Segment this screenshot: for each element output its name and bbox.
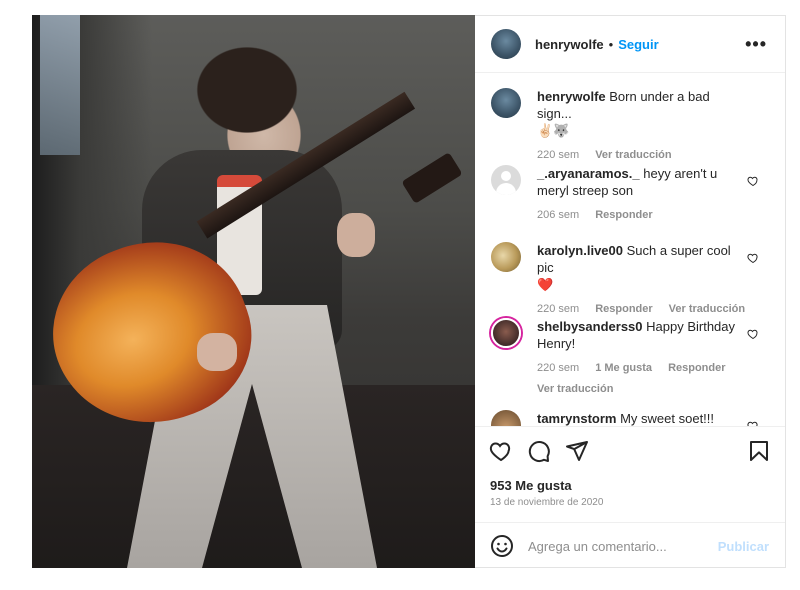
comment-time[interactable]: 206 sem bbox=[537, 207, 579, 224]
list-item: shelbysanderss0 Happy Birthday Henry! 22… bbox=[491, 318, 771, 398]
photo-floor bbox=[32, 385, 475, 568]
post-photo[interactable] bbox=[32, 15, 475, 568]
guitar-headstock bbox=[401, 152, 463, 204]
photo-window bbox=[40, 15, 80, 155]
comment-avatar[interactable] bbox=[491, 410, 521, 426]
comment-meta: 206 sem Responder bbox=[537, 207, 747, 224]
bookmark-icon[interactable] bbox=[747, 439, 771, 463]
post-header: henrywolfe • Seguir ••• bbox=[475, 16, 785, 73]
post-actions: 953 Me gusta 13 de noviembre de 2020 Pub… bbox=[475, 426, 785, 569]
photo-hand-left bbox=[337, 213, 375, 257]
comment-time[interactable]: 220 sem bbox=[537, 360, 579, 377]
comment-username[interactable]: _.aryanaramos._ bbox=[537, 166, 640, 181]
more-icon[interactable]: ••• bbox=[745, 34, 767, 55]
comment-body: tamrynstorm My sweet soet!!! bbox=[537, 410, 747, 426]
comment-icon[interactable] bbox=[527, 439, 551, 463]
list-item: tamrynstorm My sweet soet!!! bbox=[491, 410, 771, 426]
header-separator: • bbox=[608, 36, 614, 52]
comment-avatar[interactable] bbox=[491, 165, 521, 195]
comment-avatar[interactable] bbox=[491, 242, 521, 272]
comment-composer: Publicar bbox=[475, 522, 785, 569]
translate-link[interactable]: Ver traducción bbox=[669, 301, 745, 318]
comment-time[interactable]: 220 sem bbox=[537, 147, 579, 164]
comment-body: henrywolfe Born under a bad sign... ✌🏻🐺 … bbox=[537, 88, 747, 164]
comment-username[interactable]: tamrynstorm bbox=[537, 411, 616, 426]
comment-username[interactable]: karolyn.live00 bbox=[537, 243, 623, 258]
like-comment-heart-icon[interactable] bbox=[747, 328, 759, 340]
follow-button[interactable]: Seguir bbox=[618, 37, 658, 52]
post-date: 13 de noviembre de 2020 bbox=[490, 497, 604, 508]
action-icon-row bbox=[489, 439, 774, 465]
smiley-icon[interactable] bbox=[490, 534, 514, 558]
comment-time[interactable]: 220 sem bbox=[537, 301, 579, 318]
author-username[interactable]: henrywolfe bbox=[535, 37, 604, 52]
reply-link[interactable]: Responder bbox=[595, 301, 652, 318]
comment-meta: 220 sem Responder Ver traducción bbox=[537, 301, 747, 318]
comments-list[interactable]: henrywolfe Born under a bad sign... ✌🏻🐺 … bbox=[475, 73, 785, 426]
like-comment-heart-icon[interactable] bbox=[747, 175, 759, 187]
photo-hand-right bbox=[197, 333, 237, 371]
list-item: _.aryanaramos._ heyy aren't u meryl stre… bbox=[491, 165, 771, 224]
reply-link[interactable]: Responder bbox=[595, 207, 652, 224]
comment-meta: 220 sem 1 Me gusta Responder bbox=[537, 360, 747, 377]
comment-emojis: ✌🏻🐺 bbox=[537, 123, 570, 138]
send-icon[interactable] bbox=[565, 439, 589, 463]
author-avatar[interactable] bbox=[491, 29, 521, 59]
publish-button[interactable]: Publicar bbox=[718, 539, 769, 554]
comment-username[interactable]: henrywolfe bbox=[537, 89, 606, 104]
comment-avatar[interactable] bbox=[491, 88, 521, 118]
comment-body: shelbysanderss0 Happy Birthday Henry! 22… bbox=[537, 318, 747, 398]
comment-meta: 220 sem Ver traducción bbox=[537, 147, 747, 164]
comment-avatar[interactable] bbox=[491, 318, 521, 348]
like-comment-heart-icon[interactable] bbox=[747, 252, 759, 264]
comment-emojis: ❤️ bbox=[537, 277, 554, 292]
post-sidebar: henrywolfe • Seguir ••• henrywolfe Born … bbox=[475, 15, 786, 568]
comment-likes-link[interactable]: 1 Me gusta bbox=[595, 360, 652, 377]
comment-input[interactable] bbox=[528, 538, 708, 554]
comment-text: My sweet soet!!! bbox=[620, 411, 715, 426]
heart-icon[interactable] bbox=[489, 439, 513, 463]
reply-link[interactable]: Responder bbox=[668, 360, 725, 377]
likes-count[interactable]: 953 Me gusta bbox=[490, 478, 572, 493]
translate-link[interactable]: Ver traducción bbox=[537, 381, 747, 398]
list-item: karolyn.live00 Such a super cool pic ❤️ … bbox=[491, 242, 771, 318]
comment-body: karolyn.live00 Such a super cool pic ❤️ … bbox=[537, 242, 747, 318]
comment-body: _.aryanaramos._ heyy aren't u meryl stre… bbox=[537, 165, 747, 224]
comment-username[interactable]: shelbysanderss0 bbox=[537, 319, 643, 334]
translate-link[interactable]: Ver traducción bbox=[595, 147, 671, 164]
caption-comment: henrywolfe Born under a bad sign... ✌🏻🐺 … bbox=[491, 88, 771, 164]
